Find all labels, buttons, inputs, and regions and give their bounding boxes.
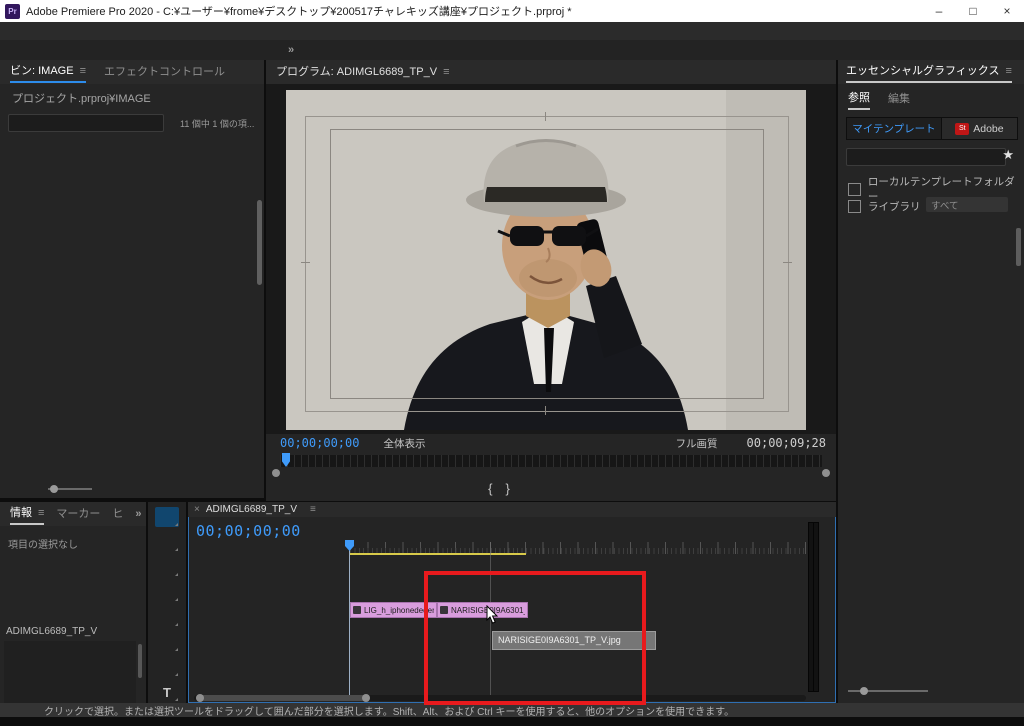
tools-panel: T bbox=[148, 502, 186, 703]
type-tool[interactable]: T bbox=[155, 682, 179, 702]
panel-menu-icon[interactable]: ≡ bbox=[443, 66, 449, 78]
program-monitor-panel: プログラム: ADIMGL6689_TP_V≡ bbox=[266, 60, 836, 501]
premiere-app-icon: Pr bbox=[5, 4, 20, 19]
info-details bbox=[4, 641, 136, 703]
tab-browse[interactable]: 参照 bbox=[848, 89, 870, 110]
maximize-button[interactable]: □ bbox=[956, 0, 990, 22]
work-area-bar bbox=[350, 553, 526, 555]
playback-quality-select[interactable]: フル画質 bbox=[676, 436, 723, 451]
my-templates-button[interactable]: マイテンプレート bbox=[847, 118, 942, 139]
transform-handle[interactable] bbox=[783, 262, 792, 263]
library-select[interactable]: すべて bbox=[926, 197, 1008, 212]
bin-item-count: 11 個中 1 個の項... bbox=[180, 117, 260, 130]
favorites-star-icon[interactable]: ★ bbox=[1002, 147, 1014, 163]
checkbox bbox=[848, 183, 861, 196]
zoom-handle-left[interactable] bbox=[196, 694, 204, 702]
bin-scrollbar[interactable] bbox=[257, 200, 262, 285]
razor-tool[interactable] bbox=[155, 582, 179, 602]
tab-info[interactable]: 情報≡ bbox=[10, 504, 44, 525]
title-bar: Pr Adobe Premiere Pro 2020 - C:¥ユーザー¥fro… bbox=[0, 0, 1024, 22]
program-timecode[interactable]: 00;00;00;00 bbox=[280, 436, 359, 450]
tab-markers[interactable]: マーカー bbox=[56, 505, 100, 524]
timeline-tab-bar: × ADIMGL6689_TP_V ≡ bbox=[188, 502, 836, 517]
tab-effect-controls[interactable]: エフェクトコントロール bbox=[104, 63, 225, 82]
menu-bar bbox=[0, 22, 1024, 40]
transform-inner-rect[interactable] bbox=[330, 129, 764, 399]
checkbox bbox=[848, 200, 861, 213]
status-bar: クリックで選択。または選択ツールをドラッグして囲んだ部分を選択します。Shift… bbox=[0, 703, 1024, 717]
workspace-bar: » bbox=[0, 40, 1024, 60]
tab-program-monitor[interactable]: プログラム: ADIMGL6689_TP_V≡ bbox=[276, 63, 449, 82]
program-controls: 00;00;00;00 全体表示 フル画質 00;00;09;28 bbox=[266, 434, 836, 452]
panel-menu-icon[interactable]: ≡ bbox=[80, 65, 86, 77]
info-clip-name: ADIMGL6689_TP_V bbox=[6, 626, 97, 637]
close-sequence-icon[interactable]: × bbox=[194, 504, 200, 515]
transform-handle[interactable] bbox=[545, 406, 546, 415]
program-scrub-bar[interactable] bbox=[280, 455, 822, 467]
panel-overflow-icon[interactable]: » bbox=[135, 508, 141, 520]
transform-handle[interactable] bbox=[545, 112, 546, 121]
hand-tool[interactable] bbox=[155, 657, 179, 677]
thumbnail-size-slider[interactable] bbox=[848, 690, 928, 692]
ripple-edit-tool[interactable] bbox=[155, 557, 179, 577]
transport-controls: { } bbox=[266, 476, 836, 500]
track-select-tool[interactable] bbox=[155, 532, 179, 552]
fx-badge-icon bbox=[353, 606, 361, 614]
thumbnail-zoom-slider[interactable] bbox=[48, 488, 92, 490]
eg-bottom-bar bbox=[838, 683, 1024, 699]
program-video-area bbox=[266, 84, 836, 434]
breadcrumb[interactable]: プロジェクト.prproj¥IMAGE bbox=[6, 90, 151, 106]
sequence-tab[interactable]: ADIMGL6689_TP_V bbox=[206, 504, 297, 515]
no-selection-label: 項目の選択なし bbox=[8, 536, 78, 551]
essential-graphics-panel: エッセンシャルグラフィックス≡ エッセ » 参照 編集 マイテンプレート StA… bbox=[838, 60, 1024, 703]
adobe-stock-icon: St bbox=[955, 123, 969, 135]
info-panel: 情報≡ マーカー ヒ » 項目の選択なし ADIMGL6689_TP_V bbox=[0, 502, 146, 703]
tab-edit[interactable]: 編集 bbox=[888, 90, 910, 109]
zoom-level-select[interactable]: 全体表示 bbox=[383, 436, 430, 451]
transform-handle[interactable] bbox=[301, 262, 310, 263]
audio-meter bbox=[807, 518, 835, 698]
window-title: Adobe Premiere Pro 2020 - C:¥ユーザー¥frome¥… bbox=[26, 3, 572, 19]
bin-toolbar bbox=[0, 479, 264, 498]
minimize-button[interactable]: – bbox=[922, 0, 956, 22]
workspace-overflow-icon[interactable]: » bbox=[288, 44, 294, 56]
info-scrollbar[interactable] bbox=[138, 644, 142, 678]
selection-tool[interactable] bbox=[155, 507, 179, 527]
template-search-input[interactable] bbox=[855, 152, 1001, 163]
tab-essential-graphics[interactable]: エッセンシャルグラフィックス≡ bbox=[846, 62, 1012, 83]
bin-search-box[interactable] bbox=[8, 114, 164, 132]
close-button[interactable]: × bbox=[990, 0, 1024, 22]
libraries-checkbox-row[interactable]: ライブラリ bbox=[848, 199, 921, 214]
adobe-stock-button[interactable]: StAdobe bbox=[942, 118, 1017, 139]
zoom-handle-right[interactable] bbox=[362, 694, 370, 702]
panel-menu-icon[interactable]: ≡ bbox=[310, 504, 316, 515]
tab-bin-image[interactable]: ビン: IMAGE≡ bbox=[10, 62, 86, 83]
mark-in-button[interactable]: { bbox=[488, 481, 492, 496]
premiere-pro-window: Pr Adobe Premiere Pro 2020 - C:¥ユーザー¥fro… bbox=[0, 0, 1024, 726]
pen-tool[interactable] bbox=[155, 632, 179, 652]
slip-tool[interactable] bbox=[155, 607, 179, 627]
sequence-duration: 00;00;09;28 bbox=[747, 436, 826, 450]
tab-history[interactable]: ヒ bbox=[112, 505, 123, 524]
timeline-timecode[interactable]: 00;00;00;00 bbox=[196, 522, 301, 540]
bin-search-input[interactable] bbox=[17, 118, 159, 129]
template-scrollbar[interactable] bbox=[1016, 228, 1021, 266]
annotation-red-rectangle bbox=[424, 571, 646, 705]
template-source-switch: マイテンプレート StAdobe bbox=[846, 117, 1018, 140]
playhead-line[interactable] bbox=[349, 542, 350, 695]
project-bin-panel: ビン: IMAGE≡ エフェクトコントロール プロジェクト.prproj¥IMA… bbox=[0, 60, 264, 498]
mark-out-button[interactable]: } bbox=[506, 481, 510, 496]
program-video-frame[interactable] bbox=[286, 90, 806, 430]
breadcrumb-label: プロジェクト.prproj¥IMAGE bbox=[12, 90, 151, 106]
template-search-box[interactable] bbox=[846, 148, 1006, 166]
mouse-cursor bbox=[486, 605, 500, 628]
